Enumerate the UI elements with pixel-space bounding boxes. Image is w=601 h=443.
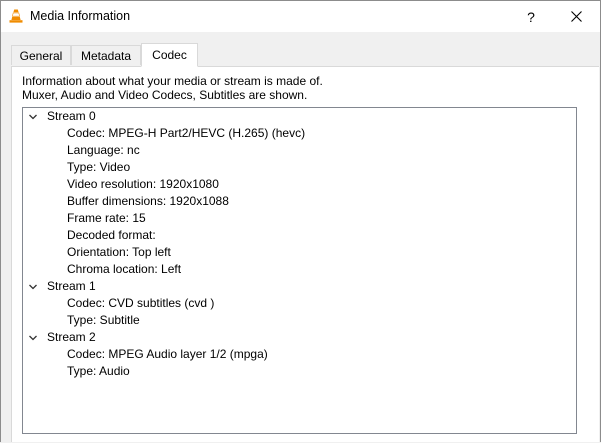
codec-description: Information about what your media or str… — [22, 74, 323, 102]
tab-codec[interactable]: Codec — [141, 43, 198, 67]
help-button[interactable]: ? — [509, 1, 553, 32]
codec-tree[interactable]: Stream 0 Codec: MPEG-H Part2/HEVC (H.265… — [22, 107, 577, 434]
tree-item[interactable]: Type: Video — [67, 159, 130, 176]
tree-item[interactable]: Language: nc — [67, 142, 140, 159]
chevron-down-icon[interactable] — [28, 112, 38, 122]
close-button[interactable] — [554, 1, 598, 32]
chevron-down-icon[interactable] — [28, 282, 38, 292]
tree-item[interactable]: Codec: MPEG Audio layer 1/2 (mpga) — [67, 346, 268, 363]
tree-item-stream-1[interactable]: Stream 1 — [47, 278, 96, 295]
tree-item[interactable]: Orientation: Top left — [67, 244, 171, 261]
tree-item-stream-2[interactable]: Stream 2 — [47, 329, 96, 346]
tree-item[interactable]: Type: Audio — [67, 363, 130, 380]
tree-item[interactable]: Chroma location: Left — [67, 261, 181, 278]
chevron-down-icon[interactable] — [28, 333, 38, 343]
vlc-cone-icon — [9, 9, 23, 23]
tree-item-stream-0[interactable]: Stream 0 — [47, 108, 96, 125]
media-information-dialog: Media Information ? General Metadata Cod… — [0, 0, 601, 442]
tree-item[interactable]: Type: Subtitle — [67, 312, 140, 329]
tab-general[interactable]: General — [11, 45, 71, 65]
window-title: Media Information — [30, 9, 131, 23]
title-bar[interactable]: Media Information ? — [1, 1, 600, 32]
tree-item[interactable]: Video resolution: 1920x1080 — [67, 176, 219, 193]
tree-item[interactable]: Frame rate: 15 — [67, 210, 146, 227]
description-line-2: Muxer, Audio and Video Codecs, Subtitles… — [22, 88, 308, 102]
tree-item[interactable]: Codec: MPEG-H Part2/HEVC (H.265) (hevc) — [67, 125, 305, 142]
tab-metadata[interactable]: Metadata — [71, 45, 141, 65]
tree-item[interactable]: Decoded format: — [67, 227, 156, 244]
close-icon — [570, 11, 582, 22]
tree-item[interactable]: Buffer dimensions: 1920x1088 — [67, 193, 229, 210]
codec-panel: Information about what your media or str… — [11, 66, 599, 442]
description-line-1: Information about what your media or str… — [22, 74, 323, 88]
tree-item[interactable]: Codec: CVD subtitles (cvd ) — [67, 295, 214, 312]
